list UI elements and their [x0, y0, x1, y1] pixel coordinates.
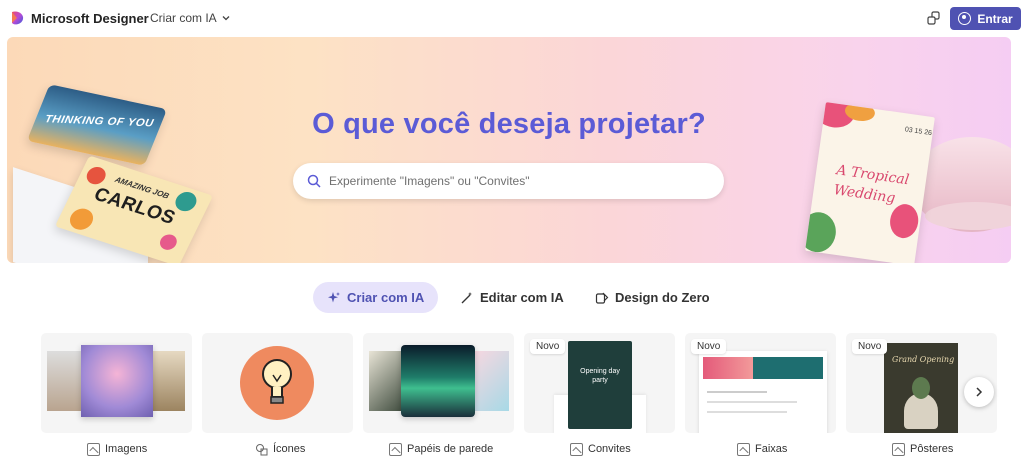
thumb-image-main	[81, 345, 153, 417]
tab-design-from-scratch-label: Design do Zero	[615, 290, 710, 305]
thumb-invite-card: Opening day party	[568, 341, 632, 429]
category-card-icons[interactable]	[202, 333, 353, 433]
hero-title: O que você deseja projetar?	[312, 108, 706, 140]
sign-in-label: Entrar	[977, 11, 1013, 26]
new-badge: Novo	[852, 339, 888, 354]
lightbulb-icon	[262, 359, 292, 404]
tab-design-from-scratch[interactable]: Design do Zero	[595, 282, 710, 313]
chevron-right-icon	[976, 387, 983, 397]
decor-dot	[157, 232, 180, 252]
leaf-decor	[805, 209, 839, 255]
thumb-line	[707, 391, 767, 393]
create-with-ai-menu-label: Criar com IA	[150, 11, 217, 25]
search-icon	[307, 174, 321, 188]
category-card-banners[interactable]: Novo	[685, 333, 836, 433]
category-banners-text: Faixas	[755, 443, 788, 455]
share-icon	[927, 11, 940, 25]
thumb-invite-text: Opening day party	[580, 368, 620, 384]
magic-wand-icon	[461, 291, 472, 303]
tab-create-with-ai-label: Criar com IA	[347, 290, 425, 305]
search-box[interactable]	[293, 163, 724, 199]
create-with-ai-menu[interactable]: Criar com IA	[150, 11, 231, 25]
decor-dot	[83, 164, 109, 187]
share-button[interactable]	[924, 8, 944, 28]
image-category-icon	[389, 442, 402, 456]
category-label-posters[interactable]: Pôsteres	[892, 441, 953, 457]
image-category-icon	[892, 442, 905, 456]
mode-tabs: Criar com IA Editar com IA Design do Zer…	[0, 282, 1024, 314]
tab-edit-with-ai-label: Editar com IA	[480, 290, 564, 305]
thumb-image-main	[401, 345, 475, 417]
decor-dot	[66, 205, 97, 233]
category-card-wallpapers[interactable]	[363, 333, 514, 433]
category-label-icons[interactable]: Ícones	[255, 441, 305, 457]
thumb-line	[707, 411, 787, 413]
category-posters-text: Pôsteres	[910, 443, 954, 455]
image-category-icon	[87, 442, 100, 456]
flower-decor	[887, 202, 921, 240]
thumb-poster: Grand Opening	[884, 343, 958, 433]
cake-plate-base-image	[925, 202, 1011, 230]
category-label-banners[interactable]: Faixas	[737, 441, 787, 457]
search-input[interactable]	[329, 174, 709, 188]
new-badge: Novo	[530, 339, 566, 354]
thumb-poster-text: Grand Opening	[892, 355, 955, 364]
hero-banner: THINKING OF YOU AMAZING JOB CARLOS 03 15…	[7, 37, 1011, 263]
sparkle-icon	[328, 291, 340, 302]
category-images-text: Imagens	[105, 443, 148, 455]
top-bar: Microsoft Designer Criar com IA Entrar	[0, 0, 1024, 36]
thumb-image	[369, 351, 405, 411]
user-icon	[958, 12, 972, 25]
category-invitations-text: Convites	[588, 443, 631, 455]
category-label-wallpapers[interactable]: Papéis de parede	[389, 441, 493, 457]
thumb-banner-image	[703, 357, 753, 379]
category-label-invitations[interactable]: Convites	[570, 441, 631, 457]
new-badge: Novo	[691, 339, 727, 354]
shapes-category-icon	[256, 443, 268, 455]
category-card-invitations[interactable]: Opening day party Novo	[524, 333, 675, 433]
thumb-plant	[912, 377, 930, 399]
thumb-image	[47, 351, 83, 411]
category-label-images[interactable]: Imagens	[87, 441, 147, 457]
category-carousel: Imagens Ícones Papéis de parede Opening …	[0, 333, 1024, 460]
category-card-images[interactable]	[41, 333, 192, 433]
designer-logo-icon	[12, 11, 24, 25]
sign-in-button[interactable]: Entrar	[950, 7, 1021, 30]
design-icon	[595, 292, 609, 304]
tab-edit-with-ai[interactable]: Editar com IA	[460, 282, 564, 313]
chevron-down-icon	[222, 16, 230, 21]
carousel-next-button[interactable]	[964, 377, 994, 407]
invite-title-line2: Wedding	[832, 182, 897, 207]
thumb-image	[151, 351, 185, 411]
image-category-icon	[570, 442, 583, 456]
thumb-banner-page	[699, 351, 827, 433]
brand-name: Microsoft Designer	[31, 11, 149, 26]
tab-create-with-ai[interactable]: Criar com IA	[313, 282, 439, 313]
category-icons-text: Ícones	[273, 443, 306, 455]
category-wallpapers-text: Papéis de parede	[407, 443, 494, 455]
image-category-icon	[737, 442, 750, 456]
thumb-line	[707, 401, 797, 403]
thumb-image	[473, 351, 509, 411]
thumb-banner-band	[753, 357, 823, 379]
